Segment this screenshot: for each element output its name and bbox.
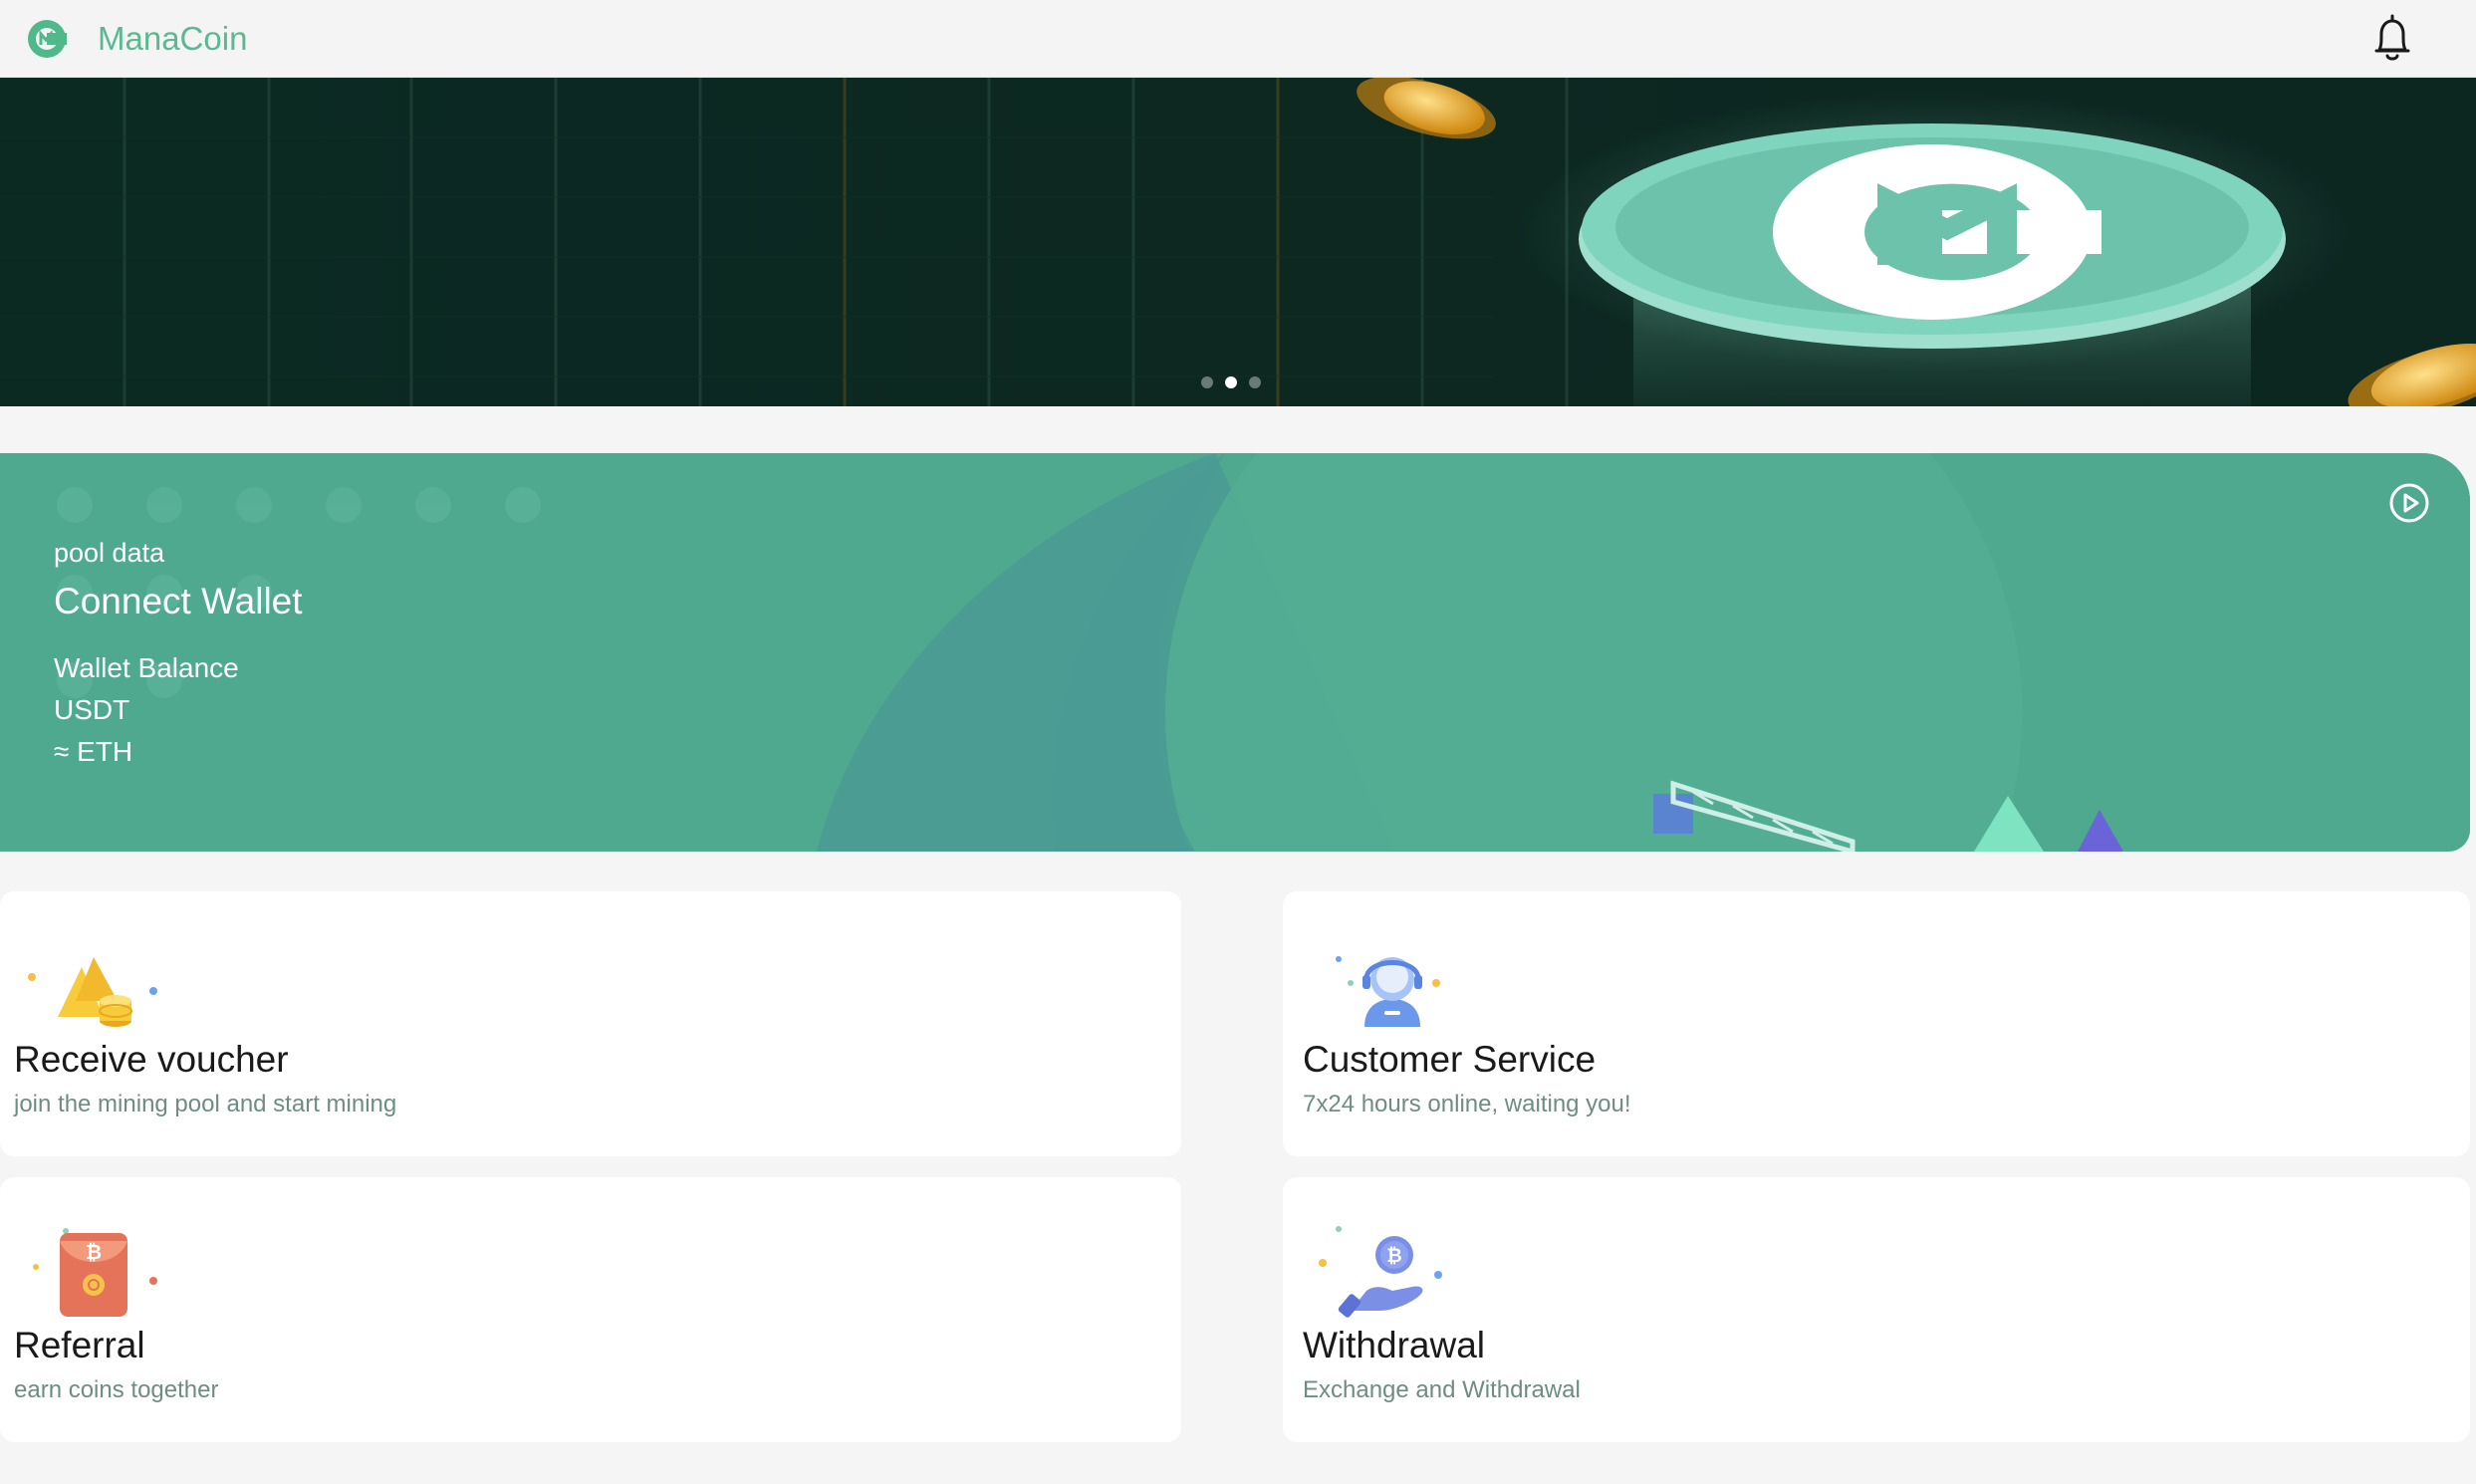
gold-coins-icon — [28, 957, 157, 1027]
carousel-dot-1[interactable] — [1201, 376, 1213, 388]
red-envelope-bitcoin-icon: ₿ — [33, 1228, 157, 1317]
card-title: Withdrawal — [1303, 1325, 1485, 1365]
pool-background-art — [0, 453, 2470, 852]
card-subtitle: Exchange and Withdrawal — [1303, 1376, 1581, 1403]
manacoin-logo-icon[interactable] — [26, 18, 68, 60]
headset-agent-icon — [1336, 956, 1440, 1027]
promo-banner-carousel[interactable] — [0, 78, 2476, 406]
brand-name[interactable]: ManaCoin — [98, 18, 247, 60]
customer-service-card[interactable]: Customer Service 7x24 hours online, wait… — [1283, 891, 2470, 1156]
carousel-dot-2[interactable] — [1225, 376, 1237, 388]
pool-data-card[interactable]: pool data Connect Wallet Wallet Balance … — [0, 453, 2470, 852]
carousel-dot-3[interactable] — [1249, 376, 1261, 388]
card-title: Referral — [14, 1325, 145, 1365]
wallet-balance-label: Wallet Balance — [54, 652, 239, 683]
receive-voucher-card[interactable]: Receive voucher join the mining pool and… — [0, 891, 1181, 1156]
pool-data-label: pool data — [54, 538, 165, 568]
svg-text:₿: ₿ — [1386, 1245, 1401, 1267]
card-subtitle: 7x24 hours online, waiting you! — [1303, 1091, 1631, 1117]
referral-card[interactable]: ₿ Referral earn coins together — [0, 1177, 1181, 1442]
bell-icon[interactable] — [2370, 12, 2414, 64]
card-subtitle: earn coins together — [14, 1376, 219, 1403]
withdrawal-card[interactable]: ₿ Withdrawal Exchange and Withdrawal — [1283, 1177, 2470, 1442]
card-title: Receive voucher — [14, 1039, 289, 1080]
card-subtitle: join the mining pool and start mining — [14, 1091, 397, 1117]
bitcoin-hand-icon: ₿ — [1319, 1226, 1442, 1318]
eth-balance: ≈ ETH — [54, 736, 133, 767]
top-header: ManaCoin — [0, 0, 2476, 78]
play-circle-icon[interactable] — [2388, 482, 2430, 524]
card-title: Customer Service — [1303, 1039, 1597, 1080]
connect-wallet-button[interactable]: Connect Wallet — [54, 581, 303, 622]
usdt-balance: USDT — [54, 694, 130, 725]
carousel-indicators — [1201, 374, 1263, 390]
svg-text:₿: ₿ — [86, 1240, 102, 1264]
banner-artwork — [0, 78, 2476, 406]
